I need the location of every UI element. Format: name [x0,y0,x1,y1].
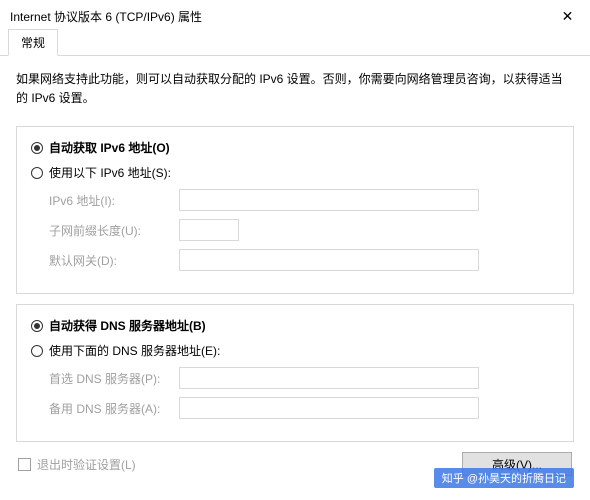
preferred-dns-row: 首选 DNS 服务器(P): [49,367,559,389]
window-title: Internet 协议版本 6 (TCP/IPv6) 属性 [10,8,202,25]
tab-content: 如果网络支持此功能，则可以自动获取分配的 IPv6 设置。否则，你需要向网络管理… [0,56,590,486]
ipv6-address-input [179,189,479,211]
close-icon: ✕ [562,8,574,25]
checkbox-icon [18,458,31,471]
alternate-dns-label: 备用 DNS 服务器(A): [49,400,179,417]
ip-manual-radio-row[interactable]: 使用以下 IPv6 地址(S): [31,164,559,181]
validate-on-exit-label: 退出时验证设置(L) [37,456,136,473]
radio-icon [31,142,43,154]
radio-icon [31,320,43,332]
dns-auto-radio-row[interactable]: 自动获得 DNS 服务器地址(B) [31,317,559,334]
subnet-prefix-input [179,219,239,241]
dns-settings-group: 自动获得 DNS 服务器地址(B) 使用下面的 DNS 服务器地址(E): 首选… [16,304,574,442]
alternate-dns-row: 备用 DNS 服务器(A): [49,397,559,419]
default-gateway-input [179,249,479,271]
dns-manual-radio-row[interactable]: 使用下面的 DNS 服务器地址(E): [31,342,559,359]
ipv6-address-row: IPv6 地址(I): [49,189,559,211]
preferred-dns-input [179,367,479,389]
radio-icon [31,345,43,357]
description-text: 如果网络支持此功能，则可以自动获取分配的 IPv6 设置。否则，你需要向网络管理… [16,70,574,108]
close-button[interactable]: ✕ [545,0,590,32]
default-gateway-row: 默认网关(D): [49,249,559,271]
tab-general-label: 常规 [21,36,45,50]
watermark: 知乎 @孙昊天的折腾日记 [434,468,574,488]
subnet-prefix-label: 子网前缀长度(U): [49,222,179,239]
dns-manual-label: 使用下面的 DNS 服务器地址(E): [49,342,220,359]
radio-icon [31,167,43,179]
alternate-dns-input [179,397,479,419]
tab-general[interactable]: 常规 [8,29,58,56]
subnet-prefix-row: 子网前缀长度(U): [49,219,559,241]
titlebar[interactable]: Internet 协议版本 6 (TCP/IPv6) 属性 ✕ [0,0,590,32]
ip-auto-radio-row[interactable]: 自动获取 IPv6 地址(O) [31,139,559,156]
tab-strip: 常规 [0,32,590,56]
ip-auto-label: 自动获取 IPv6 地址(O) [49,139,170,156]
ipv6-address-label: IPv6 地址(I): [49,192,179,209]
default-gateway-label: 默认网关(D): [49,252,179,269]
preferred-dns-label: 首选 DNS 服务器(P): [49,370,179,387]
ip-manual-label: 使用以下 IPv6 地址(S): [49,164,171,181]
dns-auto-label: 自动获得 DNS 服务器地址(B) [49,317,206,334]
validate-on-exit-checkbox[interactable]: 退出时验证设置(L) [18,456,136,473]
ip-settings-group: 自动获取 IPv6 地址(O) 使用以下 IPv6 地址(S): IPv6 地址… [16,126,574,294]
